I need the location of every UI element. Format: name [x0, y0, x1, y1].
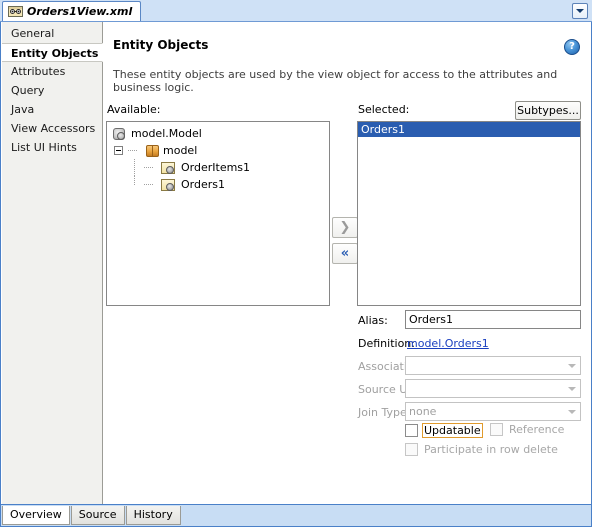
updatable-checkbox[interactable]: [405, 424, 418, 437]
chevron-down-icon: [576, 9, 584, 13]
tree-row-model[interactable]: model: [110, 142, 329, 159]
editor-tab-bar: Orders1View.xml: [0, 0, 592, 22]
tree-connector-line: [128, 150, 138, 151]
help-question-icon[interactable]: ?: [564, 39, 580, 55]
collapse-expander-icon[interactable]: [114, 146, 123, 155]
tree-connector-cell: [144, 176, 160, 193]
tree-row-orders1[interactable]: Orders1: [110, 176, 329, 193]
tree-row-orderitems1[interactable]: OrderItems1: [110, 159, 329, 176]
tree-label: Orders1: [181, 178, 225, 191]
updatable-label: Updatable: [422, 423, 483, 438]
chevron-down-icon: [568, 364, 576, 368]
tree-row-model-model[interactable]: model.Model: [110, 125, 329, 142]
reference-label: Reference: [509, 423, 565, 436]
tab-history[interactable]: History: [125, 506, 181, 525]
tree-connector-line: [144, 167, 153, 168]
tree-connector-line: [144, 184, 153, 185]
available-tree-root: model.Model model OrderItems1 Orders1: [107, 122, 329, 193]
tree-indent-cell: [112, 159, 128, 176]
tab-overview[interactable]: Overview: [2, 506, 70, 525]
available-entities-tree[interactable]: model.Model model OrderItems1 Orders1: [106, 121, 330, 306]
available-label: Available:: [107, 103, 161, 116]
chevron-right-icon: ❯: [339, 220, 351, 235]
editor-body: General Entity Objects Attributes Query …: [0, 22, 592, 505]
selected-entities-list[interactable]: Orders1: [357, 121, 581, 306]
model-root-icon: [112, 126, 128, 142]
participate-row-delete-checkbox-row[interactable]: Participate in row delete: [405, 443, 560, 456]
participate-row-delete-label: Participate in row delete: [424, 443, 558, 456]
tree-expander-cell[interactable]: [112, 142, 128, 159]
nav-item-attributes[interactable]: Attributes: [2, 62, 102, 81]
tree-label: model: [163, 144, 198, 157]
nav-item-entity-objects[interactable]: Entity Objects: [2, 43, 103, 62]
definition-link[interactable]: model.Orders1: [407, 337, 489, 350]
subtypes-button[interactable]: Subtypes...: [515, 101, 581, 120]
source-usage-select[interactable]: [405, 379, 581, 398]
tree-connector-line-vertical: [134, 159, 135, 176]
tree-connector-cell: [128, 159, 144, 176]
join-type-value: none: [409, 405, 437, 418]
tab-list-dropdown-button[interactable]: [572, 3, 588, 19]
chevron-down-icon: [568, 387, 576, 391]
page-description: These entity objects are used by the vie…: [113, 68, 558, 94]
tab-source[interactable]: Source: [70, 506, 125, 525]
entity-object-icon: [160, 160, 178, 176]
nav-item-java[interactable]: Java: [2, 100, 102, 119]
add-entity-button[interactable]: ❯: [332, 217, 358, 238]
nav-item-list-ui-hints[interactable]: List UI Hints: [2, 138, 102, 157]
reference-checkbox[interactable]: [490, 423, 503, 436]
package-icon: [144, 143, 160, 159]
nav-item-query[interactable]: Query: [2, 81, 102, 100]
list-item[interactable]: Orders1: [358, 122, 580, 137]
reference-checkbox-row[interactable]: Reference: [490, 423, 566, 436]
updatable-checkbox-row[interactable]: Updatable: [405, 423, 483, 438]
file-tab-orders1view[interactable]: Orders1View.xml: [2, 1, 142, 21]
participate-row-delete-checkbox[interactable]: [405, 443, 418, 456]
tree-connector-cell: [128, 176, 144, 193]
file-tab-label: Orders1View.xml: [27, 5, 133, 18]
alias-input[interactable]: Orders1: [405, 310, 581, 329]
alias-label: Alias:: [358, 314, 388, 327]
join-type-label: Join Type:: [358, 406, 411, 419]
chevron-down-icon: [568, 410, 576, 414]
editor-bottom-tab-strip: Overview Source History: [0, 505, 592, 527]
editor-window: Orders1View.xml General Entity Objects A…: [0, 0, 592, 527]
tree-connector-cell: [128, 142, 144, 159]
nav-item-view-accessors[interactable]: View Accessors: [2, 119, 102, 138]
join-type-select[interactable]: none: [405, 402, 581, 421]
entity-object-icon: [160, 177, 178, 193]
entity-objects-pane: Entity Objects ? These entity objects ar…: [104, 22, 591, 504]
tree-connector-line-vertical: [134, 176, 135, 185]
nav-item-general[interactable]: General: [2, 24, 102, 43]
selected-label: Selected:: [358, 103, 410, 116]
tree-label: OrderItems1: [181, 161, 251, 174]
page-title: Entity Objects: [113, 38, 209, 52]
settings-nav-list[interactable]: General Entity Objects Attributes Query …: [2, 22, 103, 504]
association-select[interactable]: [405, 356, 581, 375]
bottom-tabs[interactable]: Overview Source History: [2, 506, 182, 525]
xml-view-file-icon: [8, 5, 23, 18]
chevron-double-left-icon: «: [340, 246, 350, 261]
tree-indent-cell: [112, 176, 128, 193]
tree-connector-cell: [144, 159, 160, 176]
tree-label: model.Model: [131, 127, 202, 140]
remove-entity-button[interactable]: «: [332, 243, 358, 264]
